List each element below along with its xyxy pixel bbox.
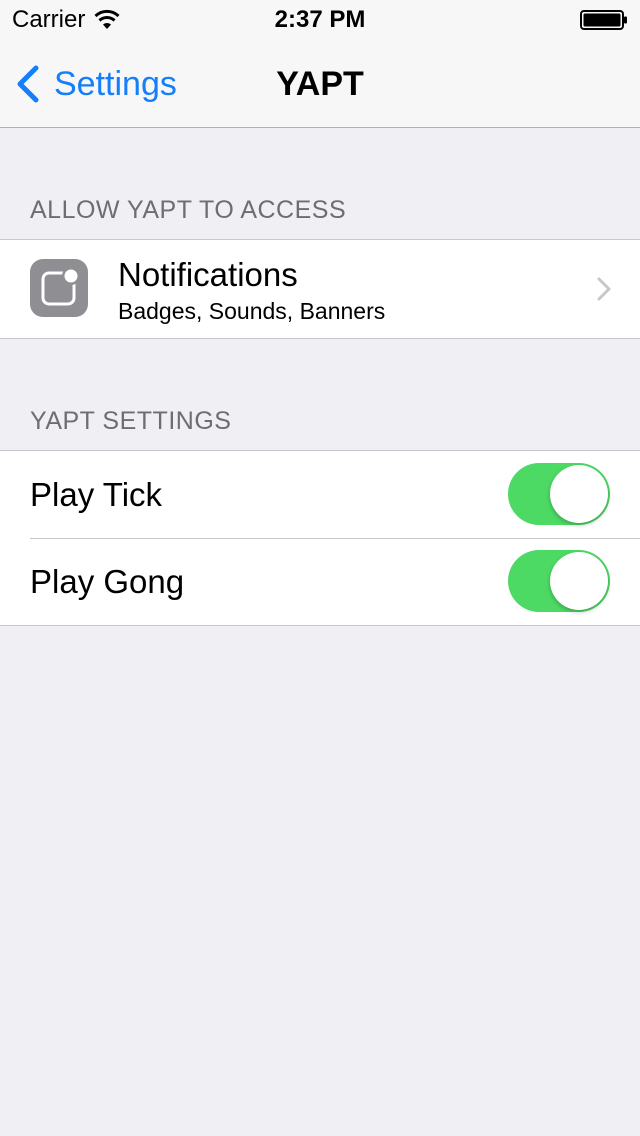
play-tick-label: Play Tick [30, 476, 163, 513]
toggle-knob [550, 552, 608, 610]
battery-icon [580, 10, 627, 30]
play-tick-toggle[interactable] [508, 463, 610, 525]
status-bar: Carrier 2:37 PM [0, 0, 640, 40]
notifications-title: Notifications [118, 256, 298, 293]
access-group: Notifications Badges, Sounds, Banners [0, 239, 640, 339]
navigation-bar: Settings YAPT [0, 40, 640, 128]
play-gong-toggle[interactable] [508, 550, 610, 612]
play-gong-row: Play Gong [0, 538, 640, 625]
page-title: YAPT [276, 65, 364, 103]
play-gong-label: Play Gong [30, 563, 185, 600]
notifications-row[interactable]: Notifications Badges, Sounds, Banners [0, 240, 640, 338]
notifications-icon [30, 259, 88, 317]
notifications-subtitle: Badges, Sounds, Banners [118, 298, 386, 324]
toggle-knob [550, 465, 608, 523]
status-time: 2:37 PM [274, 6, 366, 33]
chevron-right-icon [597, 277, 611, 301]
settings-section-header: YAPT SETTINGS [30, 407, 232, 435]
access-section-header: ALLOW YAPT TO ACCESS [30, 196, 347, 224]
settings-group: Play Tick Play Gong [0, 450, 640, 626]
play-tick-row: Play Tick [0, 451, 640, 538]
